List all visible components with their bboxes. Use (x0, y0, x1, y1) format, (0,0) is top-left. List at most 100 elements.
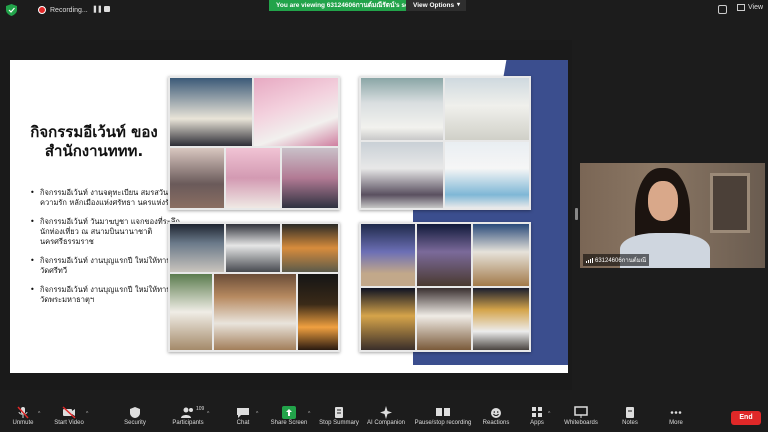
notes-icon (626, 407, 634, 418)
stop-summary-button[interactable]: Stop Summary (318, 406, 360, 432)
photo-bonfire (298, 274, 338, 350)
recording-dot-icon (38, 6, 46, 14)
participant-face (648, 181, 678, 221)
chat-caret-icon[interactable]: ^ (256, 411, 258, 417)
security-label: Security (124, 420, 146, 426)
start-video-label: Start Video (54, 420, 84, 426)
participants-caret-icon[interactable]: ^ (207, 411, 209, 417)
photo-flower-arch (226, 148, 280, 208)
share-screen-icon (282, 406, 296, 419)
chat-label: Chat (236, 420, 250, 426)
participant-count: 109 (196, 406, 205, 412)
chat-icon (237, 408, 249, 418)
photo-tent-night (226, 224, 280, 272)
photo-pink-flowers-group (254, 78, 338, 146)
pause-recording-icon[interactable]: ❚❚ (92, 5, 103, 13)
recording-indicator: Recording... (38, 4, 88, 16)
video-off-icon (62, 406, 76, 419)
audio-options-caret-icon[interactable]: ^ (38, 411, 40, 417)
slide-bullet-list: กิจกรรมอีเว้นท์ งานจตุทะเบียน สมรสวันแห่… (28, 188, 188, 314)
photo-woman-offering (417, 288, 471, 350)
chat-button[interactable]: Chat (230, 406, 256, 432)
view-label: View (748, 4, 764, 11)
whiteboard-icon (574, 406, 588, 418)
photo-woman-basket (170, 274, 212, 350)
notes-button[interactable]: Notes (618, 406, 642, 432)
participants-icon (181, 407, 193, 418)
recording-icon (436, 408, 450, 416)
stop-recording-icon[interactable] (104, 6, 110, 12)
photo-group-temple (214, 274, 296, 350)
photo-chedi-group (473, 224, 529, 286)
pause-stop-recording-button[interactable]: Pause/stop recording (413, 406, 473, 432)
view-options-button[interactable]: View Options ▾ (406, 0, 466, 11)
chevron-down-icon: ▾ (456, 2, 460, 8)
photo-couples (282, 148, 338, 208)
participants-label: Participants (172, 420, 204, 426)
encryption-shield-icon[interactable] (6, 4, 17, 16)
share-screen-label: Share Screen (270, 420, 308, 426)
video-options-caret-icon[interactable]: ^ (86, 411, 88, 417)
top-bar: Recording... ❚❚ You are viewing 63124606… (0, 0, 768, 20)
whiteboards-button[interactable]: Whiteboards (562, 406, 600, 432)
photo-collage-mahathat (359, 222, 531, 352)
slide-bullet: กิจกรรมอีเว้นท์ วันมาฆบูชา แจกของที่ระลึ… (28, 217, 188, 247)
notes-label: Notes (622, 420, 638, 426)
photo-souvenir-team (445, 78, 529, 140)
photo-collage-sri-thawi (168, 222, 340, 352)
start-video-button[interactable]: Start Video (52, 406, 86, 432)
photo-airport-staff (361, 78, 443, 140)
share-screen-button[interactable]: Share Screen (270, 406, 308, 432)
participants-button[interactable]: 109 Participants (168, 406, 208, 432)
unmute-label: Unmute (12, 420, 34, 426)
participant-name-tag: 63124606กานต์มณี (583, 254, 650, 266)
shield-icon (130, 407, 140, 418)
shared-screen: กิจกรรมอีเว้นท์ ของสำนักงานททท. กิจกรรมอ… (0, 40, 572, 390)
ai-companion-icon (380, 406, 392, 419)
photo-group-airport (361, 142, 443, 208)
slide-title: กิจกรรมอีเว้นท์ ของสำนักงานททท. (30, 123, 158, 160)
unmute-button[interactable]: Unmute (8, 406, 38, 432)
security-button[interactable]: Security (120, 406, 150, 432)
window-mode-icon[interactable] (718, 5, 727, 14)
apps-icon (532, 407, 542, 417)
apps-button[interactable]: Apps (526, 406, 548, 432)
presentation-slide: กิจกรรมอีเว้นท์ ของสำนักงานททท. กิจกรรมอ… (10, 60, 568, 373)
photo-event-hall (170, 148, 224, 208)
grid-view-icon (737, 4, 745, 11)
view-button[interactable]: View (737, 4, 763, 11)
summary-icon (335, 407, 343, 418)
background-picture-frame (710, 173, 750, 233)
slide-bullet: กิจกรรมอีเว้นท์ งานบุญแรกปี ใหม่ให้ทานไฟ… (28, 256, 188, 276)
split-drag-handle[interactable] (575, 208, 578, 220)
photo-temple-lights (361, 288, 415, 350)
photo-chedi-woman (473, 288, 529, 350)
reactions-button[interactable]: Reactions (480, 406, 512, 432)
photo-chedi-night-2 (417, 224, 471, 286)
participant-name: 63124606กานต์มณี (595, 258, 647, 264)
more-icon (670, 411, 682, 414)
share-caret-icon[interactable]: ^ (308, 411, 310, 417)
meeting-toolbar: Unmute ^ Start Video ^ Security 109 Part… (0, 404, 768, 432)
participant-video-tile[interactable]: 63124606กานต์มณี (580, 163, 765, 268)
slide-bullet: กิจกรรมอีเว้นท์ งานบุญแรกปี ใหม่ให้ทานไฟ… (28, 285, 188, 305)
photo-lights-night (282, 224, 338, 272)
recording-label: Recording... (50, 6, 88, 14)
more-button[interactable]: More (664, 406, 688, 432)
apps-caret-icon[interactable]: ^ (548, 411, 550, 417)
photo-tourism-office (170, 78, 252, 146)
whiteboards-label: Whiteboards (564, 420, 598, 426)
ai-companion-button[interactable]: AI Companion (366, 406, 406, 432)
reactions-icon (491, 408, 501, 418)
photo-collage-wedding (168, 76, 340, 210)
zoom-meeting-window: Recording... ❚❚ You are viewing 63124606… (0, 0, 768, 432)
stop-summary-label: Stop Summary (319, 420, 359, 426)
photo-chedi-night-1 (361, 224, 415, 286)
microphone-muted-icon (17, 406, 29, 419)
photo-temple-night-1 (170, 224, 224, 272)
view-options-label: View Options (413, 2, 455, 9)
photo-woman-terminal (445, 142, 529, 208)
end-meeting-button[interactable]: End (731, 411, 761, 425)
slide-bullet: กิจกรรมอีเว้นท์ งานจตุทะเบียน สมรสวันแห่… (28, 188, 188, 208)
apps-label: Apps (530, 420, 544, 426)
